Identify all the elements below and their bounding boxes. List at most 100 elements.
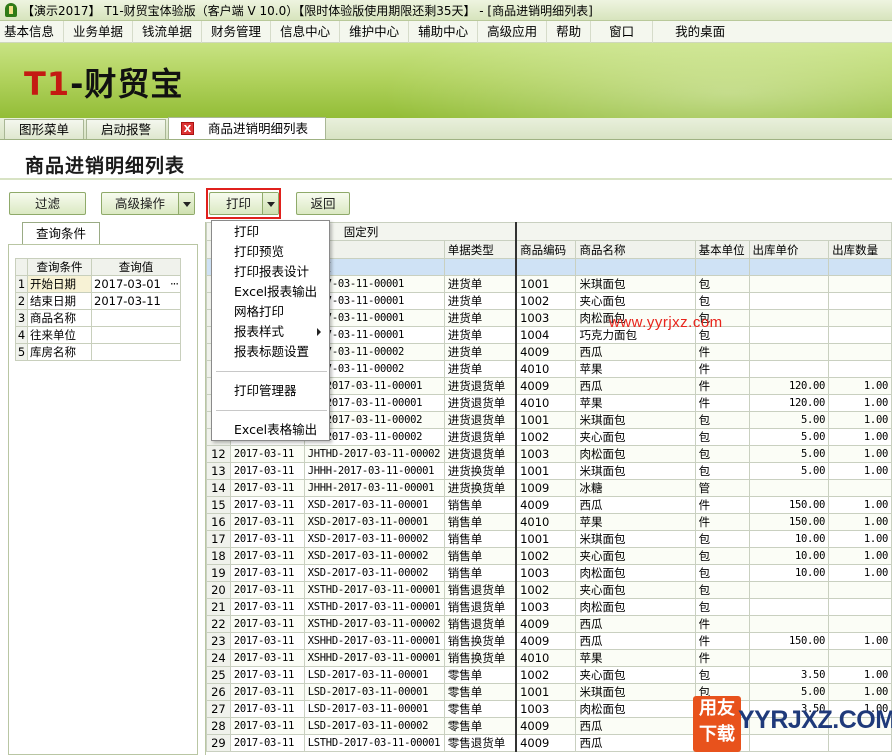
cell-doc-type: 销售退货单 (443, 581, 517, 599)
cell-doc-no: JHHH-2017-03-11-00001 (303, 479, 445, 497)
query-row[interactable]: 2 结束日期 2017-03-11 (15, 292, 181, 310)
header-goods-name[interactable]: 商品名称 (575, 240, 696, 259)
cell-out-qty: 1.00 (828, 462, 892, 480)
header-out-qty[interactable]: 出库数量 (828, 240, 892, 259)
menu-item-title-settings[interactable]: 报表标题设置 (212, 342, 329, 362)
cell-unit: 包 (694, 411, 750, 429)
badge-top: 用友 (699, 698, 735, 719)
window-title: 【演示2017】 T1-财贸宝体验版（客户端 V 10.0）【限时体验版使用期限… (22, 3, 593, 18)
table-row[interactable]: 12 2017-03-11 JHTHD-2017-03-11-00002 进货退货单 1… (206, 445, 892, 463)
menu-assist[interactable]: 辅助中心 (409, 20, 479, 43)
table-row[interactable]: 19 2017-03-11 XSD-2017-03-11-00002 销售单 1003 肉… (206, 564, 892, 582)
row-number: 20 (206, 581, 231, 599)
table-row[interactable]: 16 2017-03-11 XSD-2017-03-11-00001 销售单 4010 苹… (206, 513, 892, 531)
cell-doc-no: XSTHD-2017-03-11-00001 (303, 598, 445, 616)
advanced-ops-button[interactable]: 高级操作 (101, 192, 195, 215)
cell-goods-name: 西瓜 (575, 496, 696, 514)
menu-window[interactable]: 窗口 (591, 20, 654, 43)
filter-button[interactable]: 过滤 (9, 192, 86, 215)
goods-name-field[interactable] (91, 309, 181, 327)
menu-cash-docs[interactable]: 钱流单据 (133, 20, 203, 43)
menu-item-print-manager[interactable]: 打印管理器 (212, 381, 329, 401)
cell-goods-code: 1002 (515, 292, 577, 310)
table-row[interactable]: 21 2017-03-11 XSTHD-2017-03-11-00001 销售退货单 1… (206, 598, 892, 616)
cell-goods-name: 夹心面包 (575, 428, 696, 446)
cell-out-qty: 1.00 (828, 394, 892, 412)
menu-item-report-design[interactable]: 打印报表设计 (212, 262, 329, 282)
tab-graphic-menu[interactable]: 图形菜单 (4, 119, 84, 139)
cell-out-qty: 1.00 (828, 411, 892, 429)
query-row[interactable]: 3 商品名称 (15, 309, 181, 327)
cell-goods-code: 1003 (515, 309, 577, 327)
table-row[interactable]: 20 2017-03-11 XSTHD-2017-03-11-00001 销售退货单 1… (206, 581, 892, 599)
table-row[interactable]: 13 2017-03-11 JHHH-2017-03-11-00001 进货换货单 10… (206, 462, 892, 480)
header-out-price[interactable]: 出库单价 (748, 240, 830, 259)
menu-item-excel-grid[interactable]: Excel表格输出 (212, 420, 329, 440)
back-button[interactable]: 返回 (296, 192, 350, 215)
cell-unit: 件 (694, 343, 750, 361)
menu-item-grid-print[interactable]: 网格打印 (212, 302, 329, 322)
table-row[interactable]: 22 2017-03-11 XSTHD-2017-03-11-00002 销售退货单 4… (206, 615, 892, 633)
menu-business-docs[interactable]: 业务单据 (64, 20, 134, 43)
cell-goods-code: 1001 (515, 530, 577, 548)
header-doc-type[interactable]: 单据类型 (443, 240, 517, 259)
tab-label: 启动报警 (100, 122, 151, 137)
cell-doc-type (443, 258, 517, 276)
header-unit[interactable]: 基本单位 (694, 240, 750, 259)
cell-date: 2017-03-11 (229, 564, 305, 582)
menu-help[interactable]: 帮助 (547, 20, 592, 43)
menu-basic-info[interactable]: 基本信息 (0, 20, 65, 43)
partner-field[interactable] (91, 326, 181, 344)
query-row[interactable]: 5 库房名称 (15, 343, 181, 361)
query-conditions-tab[interactable]: 查询条件 (22, 222, 100, 245)
row-number: 23 (206, 632, 231, 650)
menu-item-excel-report[interactable]: Excel报表输出 (212, 282, 329, 302)
tab-goods-detail[interactable]: X 商品进销明细列表 (168, 117, 326, 139)
cell-unit: 管 (694, 479, 750, 497)
cell-out-qty: 1.00 (828, 428, 892, 446)
table-row[interactable]: 23 2017-03-11 XSHHD-2017-03-11-00001 销售换货单 4… (206, 632, 892, 650)
ellipsis-button[interactable]: ··· (170, 277, 179, 291)
chevron-down-icon[interactable] (178, 193, 194, 214)
query-row[interactable]: 4 往来单位 (15, 326, 181, 344)
table-row[interactable]: 17 2017-03-11 XSD-2017-03-11-00002 销售单 1001 米… (206, 530, 892, 548)
cell-date: 2017-03-11 (229, 683, 305, 701)
end-date-field[interactable]: 2017-03-11 (91, 292, 181, 310)
cell-doc-type: 进货换货单 (443, 479, 517, 497)
cell-doc-no: LSD-2017-03-11-00001 (303, 683, 445, 701)
table-row[interactable]: 25 2017-03-11 LSD-2017-03-11-00001 零售单 1002 夹… (206, 666, 892, 684)
cell-date: 2017-03-11 (229, 700, 305, 718)
cell-out-price: 10.00 (748, 530, 830, 548)
table-row[interactable]: 15 2017-03-11 XSD-2017-03-11-00001 销售单 4009 西… (206, 496, 892, 514)
warehouse-field[interactable] (91, 343, 181, 361)
menu-maintenance[interactable]: 维护中心 (340, 20, 410, 43)
header-goods-code[interactable]: 商品编码 (515, 240, 577, 259)
cell-out-price: 5.00 (748, 462, 830, 480)
query-row-num: 3 (15, 309, 28, 327)
cell-doc-no: XSD-2017-03-11-00001 (303, 513, 445, 531)
menu-advanced[interactable]: 高级应用 (478, 20, 548, 43)
cell-out-price (748, 581, 830, 599)
tab-startup-alert[interactable]: 启动报警 (86, 119, 166, 139)
cell-doc-type: 销售单 (443, 547, 517, 565)
print-button-highlight (206, 188, 281, 219)
menu-item-print-preview[interactable]: 打印预览 (212, 242, 329, 262)
cell-doc-no: XSTHD-2017-03-11-00001 (303, 581, 445, 599)
page-header: 商品进销明细列表 (0, 140, 892, 180)
cell-out-qty (828, 275, 892, 293)
cell-goods-name: 米琪面包 (575, 530, 696, 548)
table-row[interactable]: 18 2017-03-11 XSD-2017-03-11-00002 销售单 1002 夹… (206, 547, 892, 565)
cell-goods-code: 4009 (515, 632, 577, 650)
menu-item-print[interactable]: 打印 (212, 222, 329, 242)
menu-item-report-style[interactable]: 报表样式 (212, 322, 329, 342)
table-row[interactable]: 24 2017-03-11 XSHHD-2017-03-11-00001 销售换货单 4… (206, 649, 892, 667)
start-date-field[interactable]: 2017-03-01 ··· (91, 275, 181, 293)
close-icon[interactable]: X (181, 122, 194, 135)
menu-info-center[interactable]: 信息中心 (271, 20, 341, 43)
query-row[interactable]: 1 开始日期 2017-03-01 ··· (15, 275, 181, 293)
menu-my-desktop[interactable]: 我的桌面 (653, 21, 747, 43)
table-row[interactable]: 14 2017-03-11 JHHH-2017-03-11-00001 进货换货单 10… (206, 479, 892, 497)
row-number: 19 (206, 564, 231, 582)
query-row-name: 开始日期 (27, 275, 92, 293)
menu-finance[interactable]: 财务管理 (202, 20, 272, 43)
